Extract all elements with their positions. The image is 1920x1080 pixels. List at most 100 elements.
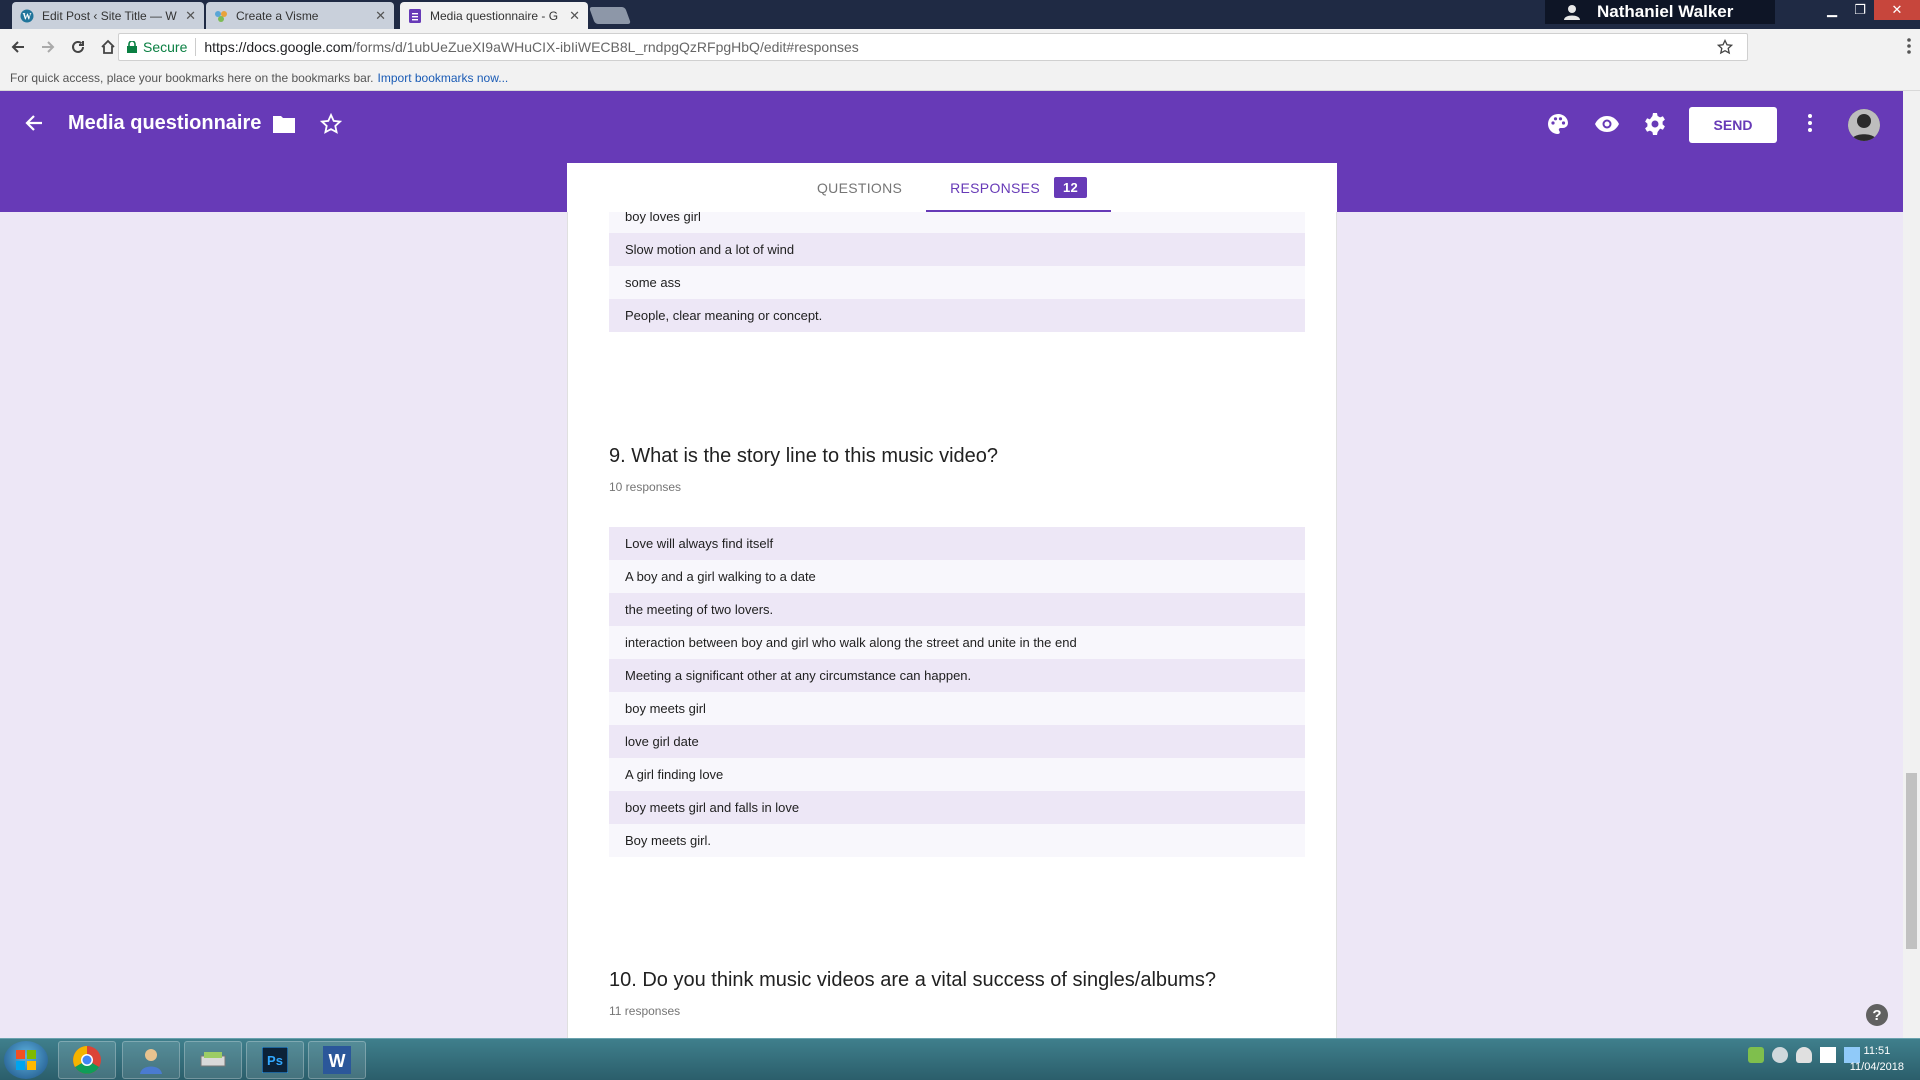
previous-question-responses: boy loves girl Slow motion and a lot of …: [609, 212, 1305, 332]
home-icon: [101, 39, 115, 54]
send-button[interactable]: SEND: [1689, 107, 1777, 143]
new-tab-button[interactable]: [588, 7, 632, 24]
page-scrollbar[interactable]: [1903, 91, 1920, 1038]
list-item: Meeting a significant other at any circu…: [609, 659, 1305, 692]
taskbar-clock[interactable]: 11:51 11/04/2018: [1850, 1043, 1904, 1075]
windows-taskbar: Ps W 11:51 11/04/2018: [0, 1038, 1920, 1080]
forward-arrow-icon: [42, 41, 55, 53]
form-title[interactable]: Media questionnaire: [68, 112, 261, 135]
tab-close-icon[interactable]: ✕: [375, 8, 386, 24]
folder-icon[interactable]: [272, 114, 296, 134]
address-bar[interactable]: Secure https://docs.google.com/forms/d/1…: [118, 33, 1748, 61]
back-arrow-icon: [11, 41, 24, 53]
tray-network-icon[interactable]: [1820, 1047, 1836, 1063]
back-arrow-icon[interactable]: [22, 111, 46, 135]
taskbar-word[interactable]: W: [308, 1041, 366, 1079]
back-button[interactable]: [6, 35, 30, 59]
svg-text:Ps: Ps: [267, 1053, 283, 1068]
secure-label: Secure: [143, 39, 188, 55]
restore-icon[interactable]: ❐: [1846, 0, 1874, 20]
network-drive-icon: [200, 1052, 226, 1067]
browser-tabstrip: W Edit Post ‹ Site Title — W ✕ Create a …: [0, 0, 1920, 29]
forward-button[interactable]: [36, 35, 60, 59]
taskbar-network-app[interactable]: [184, 1041, 242, 1079]
responses-count-badge: 12: [1053, 177, 1088, 198]
tab-close-icon[interactable]: ✕: [185, 8, 196, 24]
tray-security-icon[interactable]: [1748, 1047, 1764, 1063]
profile-chip[interactable]: Nathaniel Walker: [1545, 0, 1775, 24]
svg-text:W: W: [23, 11, 32, 21]
tray-user-icon[interactable]: [1772, 1047, 1788, 1063]
help-icon[interactable]: ?: [1866, 1004, 1888, 1026]
question-10-title: 10. Do you think music videos are a vita…: [609, 969, 1216, 991]
list-item: boy loves girl: [609, 212, 1305, 233]
tab-title: Media questionnaire - G: [430, 8, 559, 23]
tab-visme[interactable]: Create a Visme ✕: [206, 2, 394, 29]
system-tray: [1748, 1047, 1860, 1063]
taskbar-photoshop[interactable]: Ps: [246, 1041, 304, 1079]
tab-questions-label: QUESTIONS: [816, 179, 903, 196]
minimize-icon[interactable]: ▁: [1818, 0, 1846, 20]
reload-icon: [72, 40, 84, 53]
tray-cloud-icon[interactable]: [1796, 1047, 1812, 1063]
clock-date: 11/04/2018: [1849, 1061, 1904, 1073]
reload-button[interactable]: [66, 35, 90, 59]
chrome-icon: [73, 1046, 101, 1074]
star-icon[interactable]: [320, 113, 342, 135]
person-icon: [1564, 5, 1580, 20]
word-icon: W: [323, 1046, 351, 1074]
list-item: boy meets girl and falls in love: [609, 791, 1305, 824]
forms-tabs: QUESTIONS RESPONSES 12: [567, 163, 1337, 212]
responses-panel[interactable]: boy loves girl Slow motion and a lot of …: [567, 212, 1337, 1038]
scrollbar-thumb[interactable]: [1906, 773, 1917, 949]
bookmarks-hint: For quick access, place your bookmarks h…: [10, 70, 374, 85]
clock-time: 11:51: [1863, 1045, 1891, 1057]
list-item: some ass: [609, 266, 1305, 299]
more-vert-icon[interactable]: [1807, 113, 1813, 133]
secure-indicator[interactable]: Secure: [119, 38, 197, 56]
list-item: People, clear meaning or concept.: [609, 299, 1305, 332]
window-controls: ▁ ❐ ✕: [1818, 0, 1920, 20]
url-path: /forms/d/1ubUeZueXI9aWHuCIX-ibIiWECB8L_r…: [352, 39, 859, 55]
list-item: Boy meets girl.: [609, 824, 1305, 857]
palette-icon[interactable]: [1546, 112, 1570, 136]
browser-toolbar: Secure https://docs.google.com/forms/d/1…: [0, 29, 1920, 65]
tab-responses[interactable]: RESPONSES 12: [926, 163, 1111, 212]
lock-icon: [127, 41, 137, 53]
tab-edit-post[interactable]: W Edit Post ‹ Site Title — W ✕: [12, 2, 204, 29]
wordpress-icon: W: [20, 9, 34, 22]
list-item: boy meets girl: [609, 692, 1305, 725]
tab-media-questionnaire[interactable]: Media questionnaire - G ✕: [400, 2, 588, 29]
list-item: Love will always find itself: [609, 527, 1305, 560]
taskbar-chrome[interactable]: [58, 1041, 116, 1079]
avatar-image: [1848, 109, 1880, 141]
svg-text:W: W: [329, 1051, 346, 1071]
close-window-icon[interactable]: ✕: [1874, 0, 1920, 20]
question-10-count: 11 responses: [609, 1004, 681, 1018]
account-avatar[interactable]: [1848, 109, 1880, 141]
photoshop-icon: Ps: [262, 1047, 288, 1073]
windows-logo-icon: [16, 1050, 36, 1070]
question-9-count: 10 responses: [609, 480, 682, 494]
bookmarks-bar: For quick access, place your bookmarks h…: [0, 65, 1920, 91]
google-forms-icon: [409, 8, 421, 23]
import-bookmarks-link[interactable]: Import bookmarks now...: [378, 71, 509, 85]
url-text: https://docs.google.com/forms/d/1ubUeZue…: [196, 39, 858, 55]
chrome-menu-icon[interactable]: [1906, 37, 1912, 55]
visme-icon: [215, 10, 227, 22]
preview-eye-icon[interactable]: [1594, 112, 1620, 136]
tab-close-icon[interactable]: ✕: [569, 8, 580, 24]
list-item: the meeting of two lovers.: [609, 593, 1305, 626]
tab-questions[interactable]: QUESTIONS: [793, 163, 926, 212]
settings-gear-icon[interactable]: [1643, 112, 1667, 136]
list-item: Slow motion and a lot of wind: [609, 233, 1305, 266]
profile-name: Nathaniel Walker: [1597, 2, 1734, 21]
home-button[interactable]: [96, 35, 120, 59]
tab-title: Create a Visme: [236, 8, 319, 23]
taskbar-user-app[interactable]: [122, 1041, 180, 1079]
list-item: A girl finding love: [609, 758, 1305, 791]
tab-title: Edit Post ‹ Site Title — W: [42, 8, 177, 23]
question-9-responses: Love will always find itself A boy and a…: [609, 527, 1305, 857]
start-button[interactable]: [4, 1041, 48, 1079]
bookmark-star-icon[interactable]: [1717, 39, 1733, 55]
